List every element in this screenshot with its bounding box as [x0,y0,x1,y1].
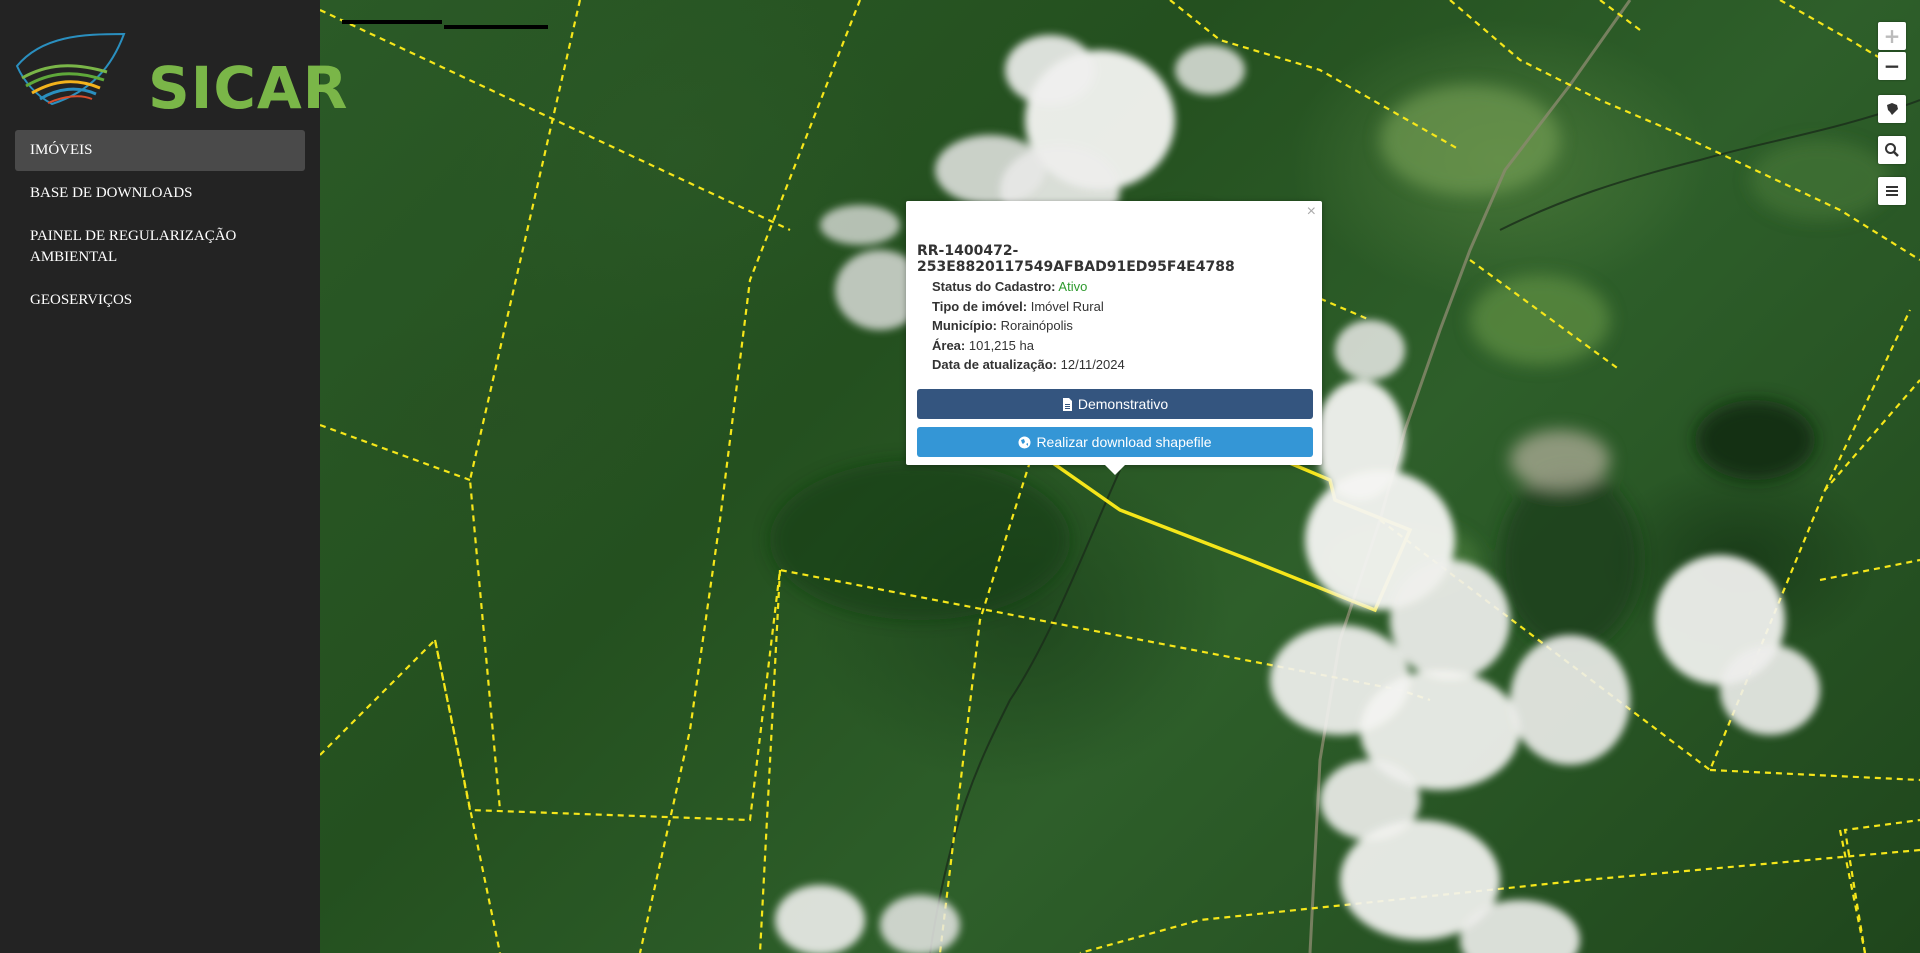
download-shapefile-button[interactable]: Realizar download shapefile [917,427,1313,457]
popup-close-button[interactable]: × [1307,203,1316,221]
property-popup: × RR-1400472-253E8820117549AFBAD91ED95F4… [906,201,1322,465]
zoom-in-button[interactable]: + [1878,22,1906,50]
field-value: Rorainópolis [1000,318,1073,334]
main-nav: IMÓVEIS BASE DE DOWNLOADS PAINEL DE REGU… [15,130,305,323]
globe-icon [1018,436,1031,448]
demonstrativo-label: Demonstrativo [1077,396,1169,412]
sicar-logo-mark [15,32,126,106]
field-status: Status do Cadastro: Ativo [932,277,1125,297]
nav-item-imoveis[interactable]: IMÓVEIS [15,130,305,171]
search-button[interactable] [1878,136,1906,164]
property-code: RR-1400472-253E8820117549AFBAD91ED95F4E4… [917,243,1235,275]
field-label: Área: [932,337,966,353]
sidebar: SICAR IMÓVEIS BASE DE DOWNLOADS PAINEL D… [0,0,347,953]
document-icon [1062,397,1072,411]
map-overlay [320,0,1920,953]
field-municipio: Município: Rorainópolis [932,316,1125,336]
brand-name: SICAR [148,54,349,122]
field-label: Data de atualização: [932,357,1057,373]
status-value: Ativo [1058,279,1088,294]
map-view[interactable]: + − [320,0,1920,953]
zoom-out-button[interactable]: − [1878,52,1906,80]
nav-item-geoservicos[interactable]: GEOSERVIÇOS [15,280,305,321]
field-value: 101,215 ha [968,337,1034,353]
field-value: 12/11/2024 [1060,357,1125,373]
field-label: Status do Cadastro: [932,279,1056,294]
scale-bar-segment [444,25,548,29]
scale-bar-segment [342,20,442,24]
property-details: Status do Cadastro: Ativo Tipo de imóvel… [932,277,1125,375]
field-label: Município: [932,318,997,334]
sicar-logo[interactable]: SICAR [12,26,347,122]
field-label: Tipo de imóvel: [932,298,1028,314]
field-area: Área: 101,215 ha [932,336,1125,356]
layers-menu-button[interactable] [1878,177,1906,205]
menu-icon [1886,186,1898,196]
field-value: Imóvel Rural [1030,298,1104,314]
download-shapefile-label: Realizar download shapefile [1036,434,1212,450]
field-tipo: Tipo de imóvel: Imóvel Rural [932,297,1125,317]
nav-item-base-downloads[interactable]: BASE DE DOWNLOADS [15,173,305,214]
demonstrativo-button[interactable]: Demonstrativo [917,389,1313,419]
brazil-map-button[interactable] [1878,95,1906,123]
popup-pointer [1104,464,1126,475]
nav-item-painel-regularizacao[interactable]: PAINEL DE REGULARIZAÇÃO AMBIENTAL [15,216,305,278]
field-data-atualizacao: Data de atualização: 12/11/2024 [932,355,1125,375]
brazil-map-icon [1887,103,1898,115]
search-icon [1885,143,1899,157]
